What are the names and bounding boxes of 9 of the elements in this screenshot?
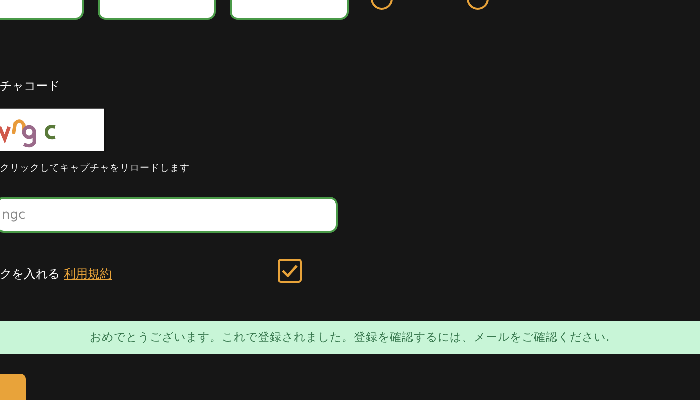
submit-button[interactable] bbox=[0, 374, 26, 400]
terms-link[interactable]: 利用規約 bbox=[64, 266, 112, 283]
terms-text: クを入れる bbox=[0, 266, 60, 283]
check-icon bbox=[282, 264, 298, 277]
captcha-label: チャコード bbox=[0, 78, 61, 94]
captcha-hint: クリックしてキャプチャをリロードします bbox=[0, 162, 191, 176]
captcha-input[interactable]: ngc bbox=[0, 197, 338, 233]
success-message: おめでとうございます。これで登録されました。登録を確認するには、メールをご確認ください. bbox=[90, 330, 610, 345]
checkbox[interactable] bbox=[278, 258, 302, 283]
